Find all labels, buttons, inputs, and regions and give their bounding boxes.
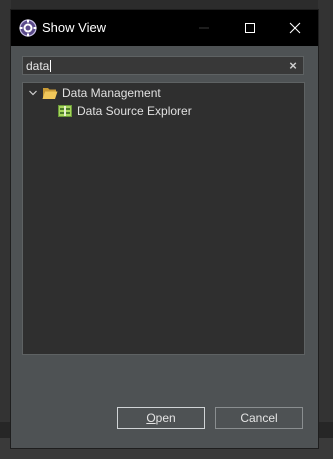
view-tree[interactable]: Data Management Data Source Explorer: [22, 82, 305, 355]
tree-group-label: Data Management: [62, 86, 161, 100]
minimize-button[interactable]: [181, 10, 227, 46]
cancel-button[interactable]: Cancel: [215, 407, 303, 429]
open-button-label: pen: [155, 411, 176, 425]
show-view-dialog: Show View data × Data Management Data So…: [11, 10, 318, 448]
maximize-button[interactable]: [227, 10, 273, 46]
close-button[interactable]: [272, 10, 318, 46]
title-bar[interactable]: Show View: [11, 10, 318, 46]
filter-input[interactable]: data ×: [22, 56, 304, 75]
minimize-icon: [199, 27, 209, 29]
filter-input-value: data: [26, 59, 52, 73]
tree-item-label: Data Source Explorer: [77, 104, 192, 118]
eclipse-app-icon: [19, 19, 37, 37]
background-window-right: [318, 0, 333, 459]
data-source-explorer-icon: [58, 105, 72, 117]
open-button[interactable]: Open: [117, 407, 205, 429]
folder-open-icon: [42, 88, 58, 99]
text-caret: [50, 60, 52, 72]
open-button-mnemonic: O: [146, 411, 156, 425]
dialog-title: Show View: [42, 20, 107, 35]
maximize-icon: [245, 23, 255, 33]
close-icon: [289, 22, 301, 34]
background-window-left: [0, 0, 11, 459]
clear-filter-icon[interactable]: ×: [287, 59, 299, 73]
chevron-down-icon[interactable]: [27, 87, 39, 99]
tree-item-data-source-explorer[interactable]: Data Source Explorer: [57, 102, 192, 120]
tree-group-data-management[interactable]: Data Management: [27, 84, 161, 102]
